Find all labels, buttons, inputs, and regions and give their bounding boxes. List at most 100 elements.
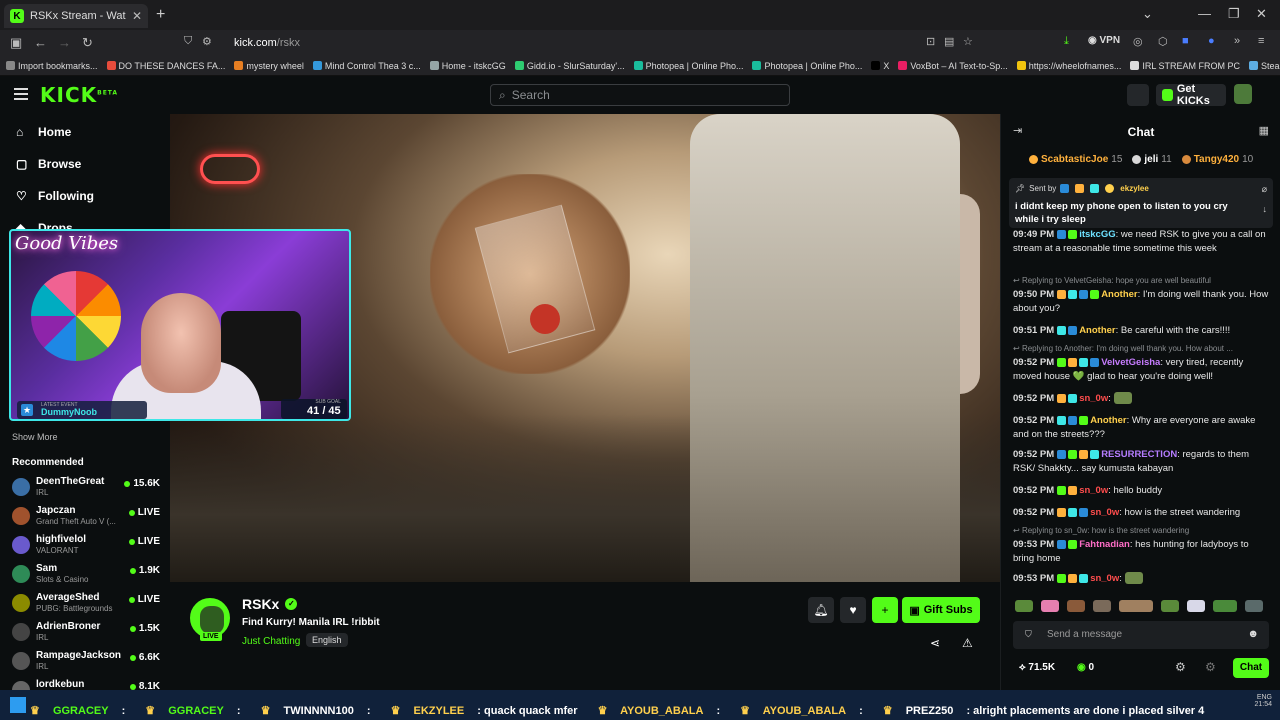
emote-icon[interactable] xyxy=(1067,600,1085,612)
chat-message[interactable]: 09:52 PM sn_0w: xyxy=(1013,392,1269,406)
emote-icon[interactable] xyxy=(1213,600,1237,612)
show-more-link[interactable]: Show More xyxy=(12,432,58,442)
close-tab-icon[interactable]: ✕ xyxy=(132,9,142,23)
send-chat-button[interactable]: Chat xyxy=(1233,658,1269,678)
follow-heart-button[interactable]: ♥ xyxy=(840,597,866,623)
extension-shield-icon[interactable]: ■ xyxy=(1182,35,1189,47)
reload-button[interactable]: ↻ xyxy=(82,35,93,51)
emote-icon[interactable] xyxy=(1015,600,1033,612)
chat-message[interactable]: 09:52 PM VelvetGeisha: very tired, recent… xyxy=(1013,356,1269,384)
chat-settings-icon[interactable]: ⚙ xyxy=(1175,660,1186,674)
bookmark-item[interactable]: Photopea | Online Pho... xyxy=(633,61,743,71)
points-balance[interactable]: ◉ 0 xyxy=(1077,662,1094,673)
chat-message[interactable]: 09:52 PM RESURRECTION: regards to them RS… xyxy=(1013,448,1269,476)
bookmark-item[interactable]: Gidd.io - SlurSaturday'... xyxy=(514,61,625,71)
new-tab-button[interactable]: + xyxy=(156,6,165,24)
category-link[interactable]: Just Chatting xyxy=(242,636,300,647)
download-icon[interactable]: ⤓ xyxy=(1064,35,1069,48)
browser-tab[interactable]: K RSKx Stream - Watch Live o ✕ xyxy=(4,4,148,28)
unpin-icon[interactable]: ⌀ xyxy=(1262,184,1267,195)
leader-item[interactable]: Tangy420 10 xyxy=(1181,154,1253,165)
leader-item[interactable]: ScabtasticJoe 15 xyxy=(1029,154,1122,165)
leader-item[interactable]: jeli 11 xyxy=(1132,154,1172,165)
get-kicks-button[interactable]: Get KICKs xyxy=(1156,83,1226,107)
reply-context[interactable]: ↩ Replying to sn_0w: how is the street w… xyxy=(1013,526,1269,535)
search-input[interactable]: ⌕ Search xyxy=(490,84,790,106)
bookmark-item[interactable]: IRL STREAM FROM PC xyxy=(1130,61,1240,71)
tray-language[interactable]: ENG xyxy=(1254,694,1272,701)
sidebar-item-following[interactable]: ♡ Following xyxy=(16,189,94,203)
emote-icon[interactable] xyxy=(1041,600,1059,612)
chat-message[interactable]: 09:52 PM sn_0w: how is the street wanderi… xyxy=(1013,506,1269,520)
chat-users-icon[interactable]: ▦ xyxy=(1259,124,1269,137)
bookmark-item[interactable]: X xyxy=(871,61,889,71)
bookmark-item[interactable]: Photopea | Online Pho... xyxy=(752,61,862,71)
reply-context[interactable]: ↩ Replying to Another: I'm doing well th… xyxy=(1013,344,1269,353)
chat-message[interactable]: 09:52 PM Another: Why are everyone are aw… xyxy=(1013,414,1269,442)
bookmark-item[interactable]: mystery wheel xyxy=(234,61,304,71)
message-username[interactable]: sn_0w xyxy=(1090,573,1119,584)
chat-message[interactable]: 09:49 PM itskcGG: we need RSK to give you… xyxy=(1013,228,1269,256)
recommended-channel[interactable]: highfivelol VALORANT LIVE xyxy=(12,534,160,558)
message-username[interactable]: VelvetGeisha xyxy=(1101,357,1160,368)
screenshot-icon[interactable]: ⊡ xyxy=(926,35,935,48)
chat-mod-icon[interactable]: ⚙ xyxy=(1205,660,1216,674)
recommended-channel[interactable]: DeenTheGreat IRL 15.6K xyxy=(12,476,160,500)
chat-input[interactable]: ⛉ Send a message ☻ xyxy=(1013,621,1269,649)
recommended-channel[interactable]: Japczan Grand Theft Auto V (... LIVE xyxy=(12,505,160,529)
sidebar-item-browse[interactable]: ▢ Browse xyxy=(16,157,81,171)
emote-icon[interactable] xyxy=(1119,600,1153,612)
vpn-button[interactable]: ◉ VPN xyxy=(1088,35,1120,46)
language-tag[interactable]: English xyxy=(306,633,348,647)
emote-icon[interactable] xyxy=(1161,600,1179,612)
notification-bell-button[interactable]: 🔔︎ xyxy=(808,597,834,623)
message-username[interactable]: Another xyxy=(1090,415,1126,426)
chat-message[interactable]: 09:53 PM Fahtnadian: hes hunting for lady… xyxy=(1013,538,1269,566)
message-username[interactable]: sn_0w xyxy=(1090,507,1119,518)
message-username[interactable]: itskcGG xyxy=(1079,229,1115,240)
user-avatar[interactable] xyxy=(1234,84,1252,104)
streamer-name[interactable]: RSKx ✓ xyxy=(242,596,298,612)
recommended-channel[interactable]: AdrienBroner IRL 1.5K xyxy=(12,621,160,645)
chat-message[interactable]: 09:51 PM Another: Be careful with the car… xyxy=(1013,324,1269,338)
bookmark-item[interactable]: Steam Search xyxy=(1249,61,1280,71)
chat-message[interactable]: 09:50 PM Another: I'm doing well thank yo… xyxy=(1013,288,1269,316)
account-icon[interactable]: ◎ xyxy=(1133,35,1143,48)
sidebar-item-home[interactable]: ⌂ Home xyxy=(16,125,71,139)
bookmark-item[interactable]: Mind Control Thea 3 c... xyxy=(312,61,421,71)
message-username[interactable]: sn_0w xyxy=(1079,485,1108,496)
forward-button[interactable]: → xyxy=(58,35,71,50)
tab-list-icon[interactable]: ⌄ xyxy=(1142,6,1153,22)
minimize-button[interactable]: — xyxy=(1198,6,1211,21)
theater-mode-button[interactable] xyxy=(1127,84,1149,106)
kicks-balance[interactable]: ⟡ 71.5K xyxy=(1019,662,1055,673)
bookmark-item[interactable]: DO THESE DANCES FA... xyxy=(106,61,225,71)
windows-start-icon[interactable] xyxy=(10,697,26,713)
more-tools-icon[interactable]: » xyxy=(1234,35,1240,47)
reader-icon[interactable]: ▤ xyxy=(944,35,954,48)
message-username[interactable]: sn_0w xyxy=(1079,393,1108,404)
extension-globe-icon[interactable]: ● xyxy=(1208,35,1215,47)
site-info-icon[interactable]: ⚙ xyxy=(202,35,212,48)
gift-subs-button[interactable]: ▣ Gift Subs xyxy=(902,597,980,623)
emoji-picker-icon[interactable]: ☻ xyxy=(1247,628,1259,640)
sidebar-toggle-icon[interactable]: ▣ xyxy=(10,35,22,51)
tray-clock[interactable]: 21:54 xyxy=(1254,701,1272,708)
recommended-channel[interactable]: RampageJackson IRL 6.6K xyxy=(12,650,160,674)
message-username[interactable]: Fahtnadian xyxy=(1079,539,1130,550)
emote-icon[interactable] xyxy=(1187,600,1205,612)
subscribe-plus-button[interactable]: + xyxy=(872,597,898,623)
hamburger-menu-icon[interactable] xyxy=(14,88,28,103)
recommended-channel[interactable]: Sam Slots & Casino 1.9K xyxy=(12,563,160,587)
maximize-button[interactable]: ❐ xyxy=(1228,6,1240,22)
report-icon[interactable]: ⚠ xyxy=(962,636,973,650)
emote-icon[interactable] xyxy=(1245,600,1263,612)
close-window-button[interactable]: ✕ xyxy=(1256,6,1267,22)
kick-logo[interactable]: KICKBETA xyxy=(40,83,118,107)
recommended-channel[interactable]: AverageShed PUBG: Battlegrounds LIVE xyxy=(12,592,160,616)
message-username[interactable]: RESURRECTION xyxy=(1101,449,1177,460)
chat-message[interactable]: 09:52 PM sn_0w: hello buddy xyxy=(1013,484,1269,498)
extensions-icon[interactable]: ⬡ xyxy=(1158,35,1168,48)
bookmark-item[interactable]: VoxBot – AI Text-to-Sp... xyxy=(898,61,1008,71)
bookmark-item[interactable]: Home - itskcGG xyxy=(429,61,506,71)
